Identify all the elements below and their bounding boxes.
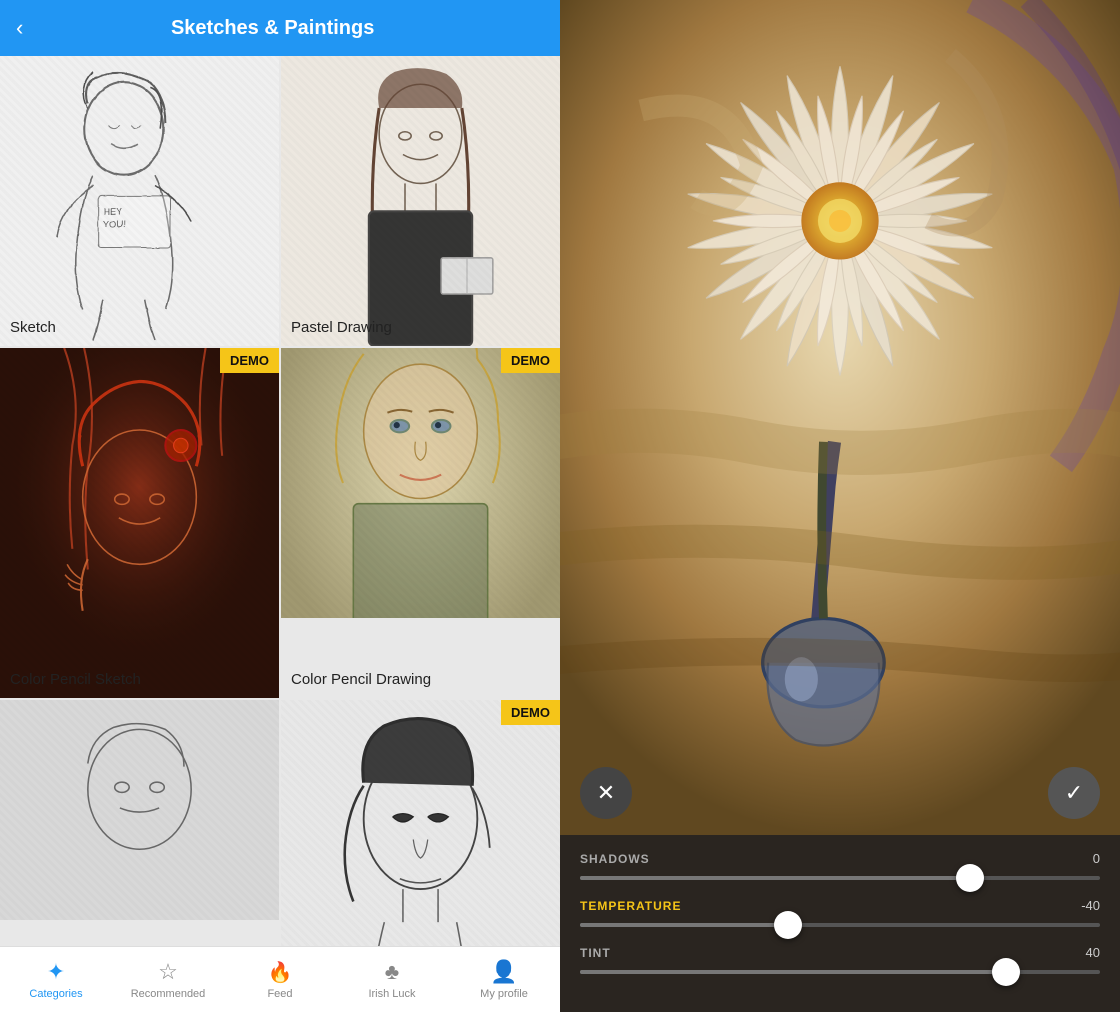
back-button[interactable]: ‹ [16,15,23,41]
feed-icon: 🔥 [268,960,293,985]
action-buttons: ✕ ✓ [560,767,1120,819]
color-pencil-sketch-label: Color Pencil Sketch [10,671,141,688]
nav-recommended[interactable]: ☆ Recommended [112,955,224,1004]
gallery-row-3: DEMO [0,700,560,946]
tint-track[interactable] [580,970,1100,974]
sliders-panel: SHADOWS 0 TEMPERATURE -40 TINT 40 [560,835,1120,1012]
gallery-item-sketch3[interactable]: DEMO [281,700,560,946]
categories-icon: ✦ [47,959,65,985]
gallery-item-sketch[interactable]: HEY YOU! Sketch [0,56,279,346]
temperature-thumb[interactable] [774,911,802,939]
nav-my-profile[interactable]: 👤 My profile [448,955,560,1004]
temperature-label: TEMPERATURE [580,899,681,913]
svg-text:HEY: HEY [103,206,122,216]
temperature-header: TEMPERATURE -40 [580,898,1100,913]
shadows-fill [580,876,970,880]
recommended-icon: ☆ [158,959,178,985]
left-panel: ‹ Sketches & Paintings [0,0,560,1012]
color-pencil-drawing-label: Color Pencil Drawing [291,671,431,688]
gallery-item-bottom-left[interactable] [0,700,279,946]
gallery-item-color-pencil-sketch[interactable]: DEMO Color Pencil Sketch [0,348,279,698]
page-title: Sketches & Paintings [35,17,510,40]
right-panel: ✕ ✓ SHADOWS 0 TEMPERATURE -40 [560,0,1120,1012]
irish-luck-label: Irish Luck [368,988,415,1000]
profile-icon: 👤 [490,959,517,985]
irish-luck-icon: ♣ [385,959,399,985]
temperature-fill [580,923,788,927]
demo-badge-sketch3: DEMO [501,700,560,725]
tint-label: TINT [580,946,611,960]
shadows-slider-row: SHADOWS 0 [580,851,1100,880]
demo-badge-color-pencil-sketch: DEMO [220,348,279,373]
tint-value: 40 [1086,945,1100,960]
demo-badge-color-pencil: DEMO [501,348,560,373]
feed-label: Feed [267,988,292,1000]
photo-editor-area: ✕ ✓ [560,0,1120,835]
shadows-track[interactable] [580,876,1100,880]
gallery-row-2: DEMO Color Pencil Sketch [0,348,560,698]
nav-categories[interactable]: ✦ Categories [0,955,112,1004]
temperature-track[interactable] [580,923,1100,927]
temperature-value: -40 [1081,898,1100,913]
cancel-button[interactable]: ✕ [580,767,632,819]
pastel-label: Pastel Drawing [291,319,392,336]
shadows-thumb[interactable] [956,864,984,892]
bottom-navigation: ✦ Categories ☆ Recommended 🔥 Feed ♣ Iris… [0,946,560,1012]
nav-feed[interactable]: 🔥 Feed [224,956,336,1004]
sketch-label: Sketch [10,319,56,336]
gallery-row-1: HEY YOU! Sketch [0,56,560,346]
shadows-value: 0 [1093,851,1100,866]
gallery-item-color-pencil-drawing[interactable]: DEMO Color Pencil Drawing [281,348,560,698]
header: ‹ Sketches & Paintings [0,0,560,56]
tint-fill [580,970,1006,974]
gallery-grid: HEY YOU! Sketch [0,56,560,946]
profile-label: My profile [480,988,528,1000]
categories-label: Categories [29,988,82,1000]
svg-text:YOU!: YOU! [103,219,126,229]
tint-header: TINT 40 [580,945,1100,960]
confirm-button[interactable]: ✓ [1048,767,1100,819]
nav-irish-luck[interactable]: ♣ Irish Luck [336,955,448,1004]
temperature-slider-row: TEMPERATURE -40 [580,898,1100,927]
gallery-item-pastel[interactable]: Pastel Drawing [281,56,560,346]
tint-thumb[interactable] [992,958,1020,986]
tint-slider-row: TINT 40 [580,945,1100,974]
shadows-label: SHADOWS [580,852,650,866]
shadows-header: SHADOWS 0 [580,851,1100,866]
edited-photo [560,0,1120,835]
recommended-label: Recommended [131,988,206,1000]
